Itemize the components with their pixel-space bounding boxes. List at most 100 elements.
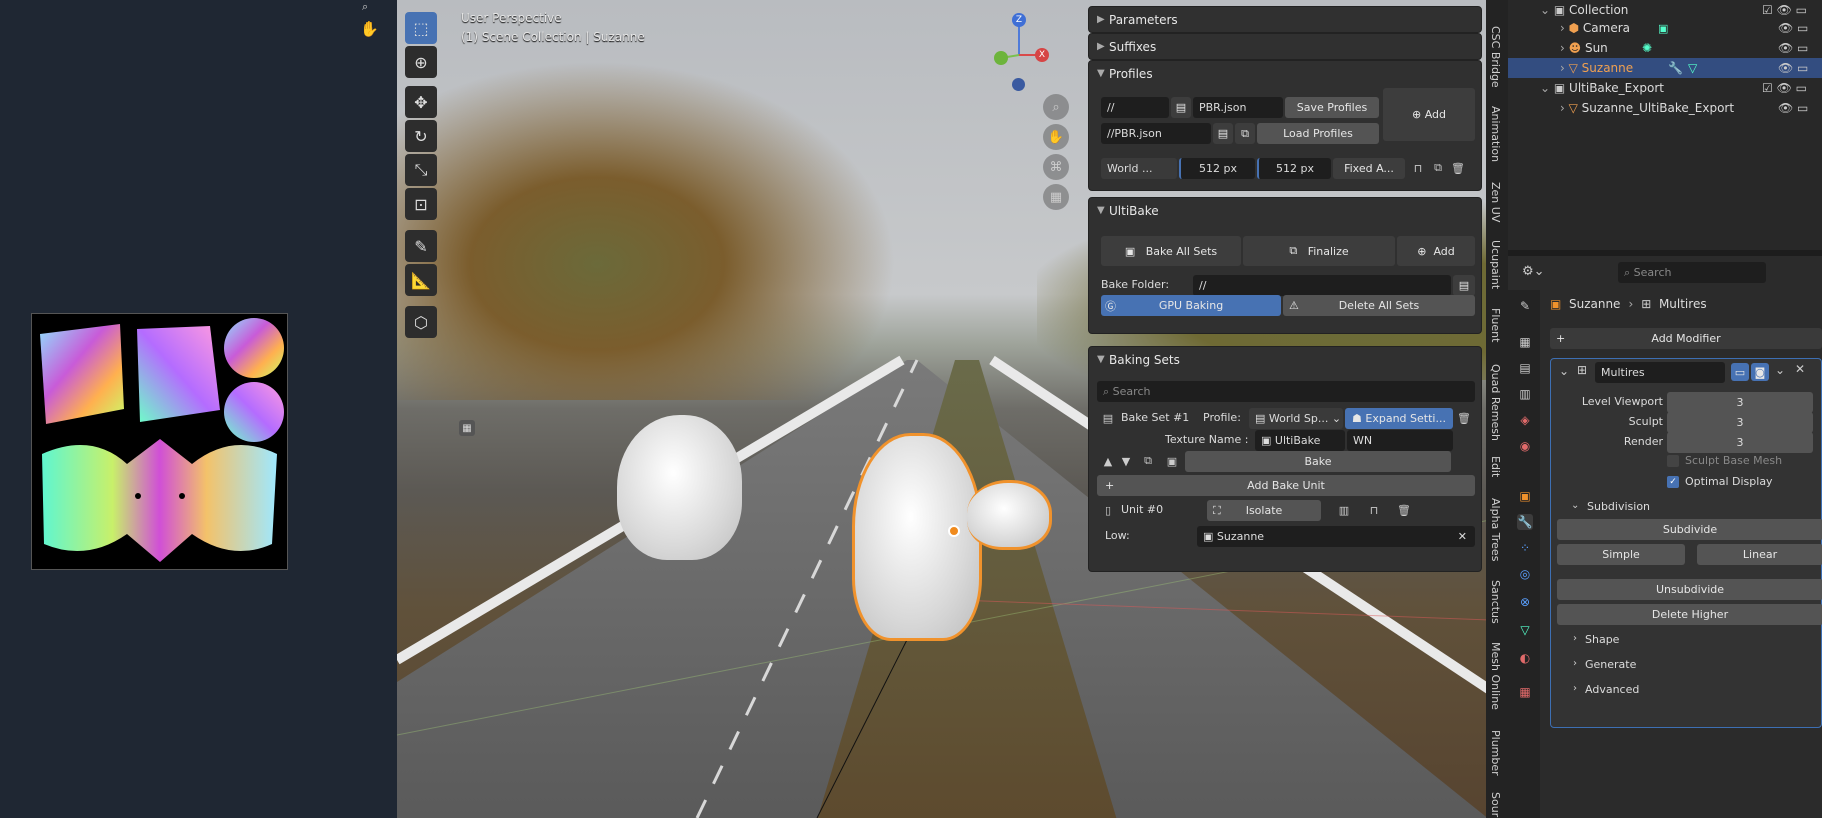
expand-settings-toggle[interactable]: ☗ Expand Setti... xyxy=(1345,408,1453,429)
tab-animation[interactable]: Animation xyxy=(1489,106,1502,162)
hand-pan-icon[interactable]: ✋ xyxy=(360,20,379,38)
chevron-right-icon-4[interactable]: › xyxy=(1573,683,1577,694)
texture-suffix-field[interactable]: WN xyxy=(1347,430,1453,451)
output-icon[interactable]: ▤ xyxy=(1517,360,1533,376)
outliner-row-suzanne[interactable]: › ▽ Suzanne 🔧 ▽ 👁 ▭ xyxy=(1508,58,1822,78)
trash-icon[interactable]: 🗑 xyxy=(1451,161,1465,175)
scene-icon[interactable]: ◈ xyxy=(1517,412,1533,428)
show-viewport-icon[interactable]: ▭ xyxy=(1731,363,1749,381)
save-profiles-button[interactable]: Save Profiles xyxy=(1285,97,1379,118)
tab-fluent[interactable]: Fluent xyxy=(1489,308,1502,342)
lock-icon[interactable]: ⊓ xyxy=(1411,161,1425,175)
optimal-display-checkbox[interactable]: ✓ xyxy=(1667,476,1679,488)
low-object-field[interactable]: ▣ Suzanne ✕ xyxy=(1197,526,1475,547)
sculpt-level-field[interactable]: 3 xyxy=(1667,412,1813,433)
bake-folder-field[interactable]: // xyxy=(1193,275,1451,296)
visibility-icon[interactable]: 👁 ▭ xyxy=(1778,61,1808,75)
search-icon[interactable]: ⌕ xyxy=(362,0,378,13)
annotate-tool[interactable]: ✎ xyxy=(405,230,437,262)
properties-search[interactable]: ⌕ Search xyxy=(1618,262,1766,283)
trash-icon-3[interactable]: 🗑 xyxy=(1397,503,1411,517)
ultibake-add-button[interactable]: ⊕ Add xyxy=(1397,236,1475,266)
show-render-icon[interactable]: ◙ xyxy=(1751,363,1769,381)
ortho-grid-icon[interactable]: ▦ xyxy=(1043,184,1069,210)
view-layer-icon[interactable]: ▥ xyxy=(1517,386,1533,402)
tab-sour[interactable]: Sour xyxy=(1489,792,1502,817)
modifier-wrench-icon[interactable]: 🔧 xyxy=(1517,514,1533,530)
tab-quad-remesh[interactable]: Quad Remesh xyxy=(1489,364,1502,441)
x-axis-icon[interactable]: X xyxy=(1035,48,1049,62)
visibility-icon[interactable]: 👁 ▭ xyxy=(1778,41,1808,55)
folder-icon-3[interactable]: ▤ xyxy=(1453,275,1475,296)
bake-icon-2[interactable]: ▣ xyxy=(1165,454,1179,468)
data-icon[interactable]: ▽ xyxy=(1517,622,1533,638)
world-selector[interactable]: World ... xyxy=(1101,158,1177,179)
texture-icon[interactable]: ▦ xyxy=(1517,684,1533,700)
tab-sanctus[interactable]: Sanctus xyxy=(1489,580,1502,624)
baking-sets-search[interactable]: ⌕ Search xyxy=(1097,381,1475,402)
scale-tool[interactable]: ⤡ xyxy=(405,154,437,186)
zoom-icon[interactable]: ⌕ xyxy=(1043,94,1069,120)
trash-icon-2[interactable]: 🗑 xyxy=(1457,411,1471,425)
transform-tool[interactable]: ⊡ xyxy=(405,188,437,220)
tab-alpha-trees[interactable]: Alpha Trees xyxy=(1489,498,1502,561)
rotate-tool[interactable]: ↻ xyxy=(405,120,437,152)
suzanne-selected-mesh[interactable] xyxy=(852,433,982,641)
add-profile-button[interactable]: ⊕ Add xyxy=(1383,88,1475,141)
shape-header[interactable]: Shape xyxy=(1585,633,1619,646)
unsubdivide-button[interactable]: Unsubdivide xyxy=(1557,579,1822,600)
parameters-panel[interactable]: ▶ Parameters xyxy=(1088,6,1482,33)
move-tool[interactable]: ✥ xyxy=(405,86,437,118)
outliner-row-sun[interactable]: › ☻ Sun ✺ 👁 ▭ xyxy=(1508,38,1822,58)
checker-icon[interactable]: ▦ xyxy=(459,420,475,436)
measure-tool[interactable]: 📐 xyxy=(405,264,437,296)
object-icon[interactable]: ▣ xyxy=(1517,488,1533,504)
dropdown-icon[interactable]: ⌄ xyxy=(1775,363,1785,377)
advanced-header[interactable]: Advanced xyxy=(1585,683,1639,696)
add-modifier-button[interactable]: + Add Modifier xyxy=(1550,328,1822,349)
tab-edit[interactable]: Edit xyxy=(1489,456,1502,477)
tool-icon[interactable]: ✎ xyxy=(1517,298,1533,314)
bake-button[interactable]: Bake xyxy=(1185,451,1451,472)
pan-hand-icon[interactable]: ✋ xyxy=(1043,124,1069,150)
copy-icon[interactable]: ⧉ xyxy=(1431,161,1445,175)
profile-select[interactable]: ▤ World Sp... ⌄ xyxy=(1249,408,1343,429)
level-viewport-field[interactable]: 3 xyxy=(1667,392,1813,413)
folder-icon-2[interactable]: ▤ xyxy=(1213,123,1233,144)
cursor-tool[interactable]: ⊕ xyxy=(405,46,437,78)
linear-button[interactable]: Linear xyxy=(1697,544,1822,565)
chevron-right-icon-2[interactable]: › xyxy=(1573,633,1577,644)
suzanne-mesh[interactable] xyxy=(617,415,742,560)
chevron-right-icon-3[interactable]: › xyxy=(1573,658,1577,669)
duplicate-icon[interactable]: ⧉ xyxy=(1235,123,1255,144)
lock-icon-2[interactable]: ⊓ xyxy=(1367,503,1381,517)
checkbox-icon[interactable]: ☑ 👁 ▭ xyxy=(1762,3,1807,17)
navigation-gizmo[interactable]: Z X xyxy=(989,10,1049,91)
select-box-tool[interactable]: ⬚ xyxy=(405,12,437,44)
isolate-button[interactable]: ⛶ Isolate xyxy=(1207,500,1321,521)
suffixes-panel[interactable]: ▶ Suffixes xyxy=(1088,33,1482,60)
move-down-icon[interactable]: ▼ xyxy=(1119,454,1133,468)
folder-icon[interactable]: ▤ xyxy=(1171,97,1191,118)
add-bake-unit-button[interactable]: + Add Bake Unit xyxy=(1097,475,1475,496)
render-icon[interactable]: ▦ xyxy=(1517,334,1533,350)
archive-icon[interactable]: ▥ xyxy=(1337,503,1351,517)
simple-button[interactable]: Simple xyxy=(1557,544,1685,565)
load-profiles-button[interactable]: Load Profiles xyxy=(1257,123,1379,144)
delete-all-sets-button[interactable]: ⚠ Delete All Sets xyxy=(1283,295,1475,316)
particles-icon[interactable]: ⁘ xyxy=(1517,540,1533,556)
resolution-x-field[interactable]: 512 px xyxy=(1179,158,1255,179)
tab-mesh-online[interactable]: Mesh Online xyxy=(1489,642,1502,710)
outliner-row-ultibake-export[interactable]: ⌄ ▣ UltiBake_Export ☑ 👁 ▭ xyxy=(1508,78,1822,98)
fixed-aspect-toggle[interactable]: Fixed A... xyxy=(1333,158,1405,179)
world-icon[interactable]: ◉ xyxy=(1517,438,1533,454)
collapse-icon[interactable]: ⌄ xyxy=(1559,364,1569,378)
material-icon[interactable]: ◐ xyxy=(1517,650,1533,666)
add-cube-tool[interactable]: ⬡ xyxy=(405,306,437,338)
subdivision-header[interactable]: Subdivision xyxy=(1587,500,1650,513)
profile-load-path-field[interactable]: //PBR.json xyxy=(1101,123,1211,144)
resolution-y-field[interactable]: 512 px xyxy=(1257,158,1331,179)
bake-all-sets-button[interactable]: ▣ Bake All Sets xyxy=(1101,236,1241,266)
sculpt-base-mesh-checkbox[interactable] xyxy=(1667,455,1679,467)
checkbox-icon-2[interactable]: ☑ 👁 ▭ xyxy=(1762,81,1807,95)
